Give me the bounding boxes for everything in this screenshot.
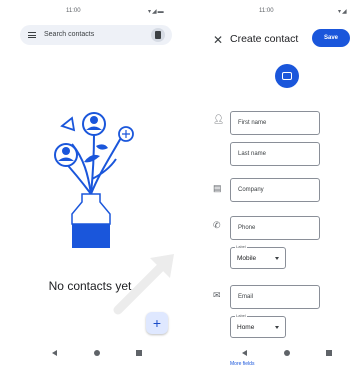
last-name-field[interactable]: Last name <box>230 142 320 166</box>
phone-label-caption: Label <box>235 244 247 249</box>
person-icon: 👤︎ <box>213 114 225 124</box>
company-icon: ▤ <box>213 183 222 193</box>
home-icon[interactable] <box>284 350 290 356</box>
first-name-placeholder: First name <box>238 120 267 126</box>
account-icon[interactable] <box>151 28 165 42</box>
search-input[interactable]: Search contacts <box>44 31 94 38</box>
back-icon[interactable] <box>242 350 247 356</box>
back-icon[interactable] <box>52 350 57 356</box>
create-contact-screen: 11:00 ▾◢ ✕ Create contact Save 👤︎ First … <box>180 0 355 367</box>
status-time: 11:00 <box>259 8 274 14</box>
recents-icon[interactable] <box>136 350 142 356</box>
status-time: 11:00 <box>66 8 81 14</box>
page-title: Create contact <box>230 33 299 45</box>
email-label-select[interactable]: Label Home <box>230 313 286 338</box>
phone-label-value: Mobile <box>237 255 257 262</box>
phone-placeholder: Phone <box>238 225 256 231</box>
phone-icon: ✆ <box>213 220 221 230</box>
status-icons: ▾◢▬ <box>148 9 165 15</box>
nav-bar <box>0 347 180 359</box>
home-icon[interactable] <box>94 350 100 356</box>
close-icon[interactable]: ✕ <box>213 33 223 47</box>
nav-bar <box>180 347 355 359</box>
save-button[interactable]: Save <box>312 29 350 47</box>
add-photo-icon[interactable] <box>275 64 299 88</box>
status-icons: ▾◢ <box>338 9 348 15</box>
phone-label-select[interactable]: Label Mobile <box>230 244 286 269</box>
email-icon: ✉ <box>213 290 221 300</box>
chevron-down-icon <box>275 257 279 260</box>
phone-field[interactable]: Phone <box>230 216 320 240</box>
more-fields-link[interactable]: More fields <box>230 361 254 367</box>
first-name-field[interactable]: First name <box>230 111 320 135</box>
search-bar[interactable]: Search contacts <box>20 25 172 45</box>
empty-state-illustration <box>54 112 134 248</box>
recents-icon[interactable] <box>326 350 332 356</box>
email-label-value: Home <box>237 324 255 331</box>
email-label-caption: Label <box>235 313 247 318</box>
menu-icon[interactable] <box>28 32 36 38</box>
company-field[interactable]: Company <box>230 178 320 202</box>
company-placeholder: Company <box>238 187 264 193</box>
transition-arrow <box>113 254 174 315</box>
email-placeholder: Email <box>238 294 254 300</box>
email-field[interactable]: Email <box>230 285 320 309</box>
chevron-down-icon <box>275 326 279 329</box>
last-name-placeholder: Last name <box>238 151 267 157</box>
